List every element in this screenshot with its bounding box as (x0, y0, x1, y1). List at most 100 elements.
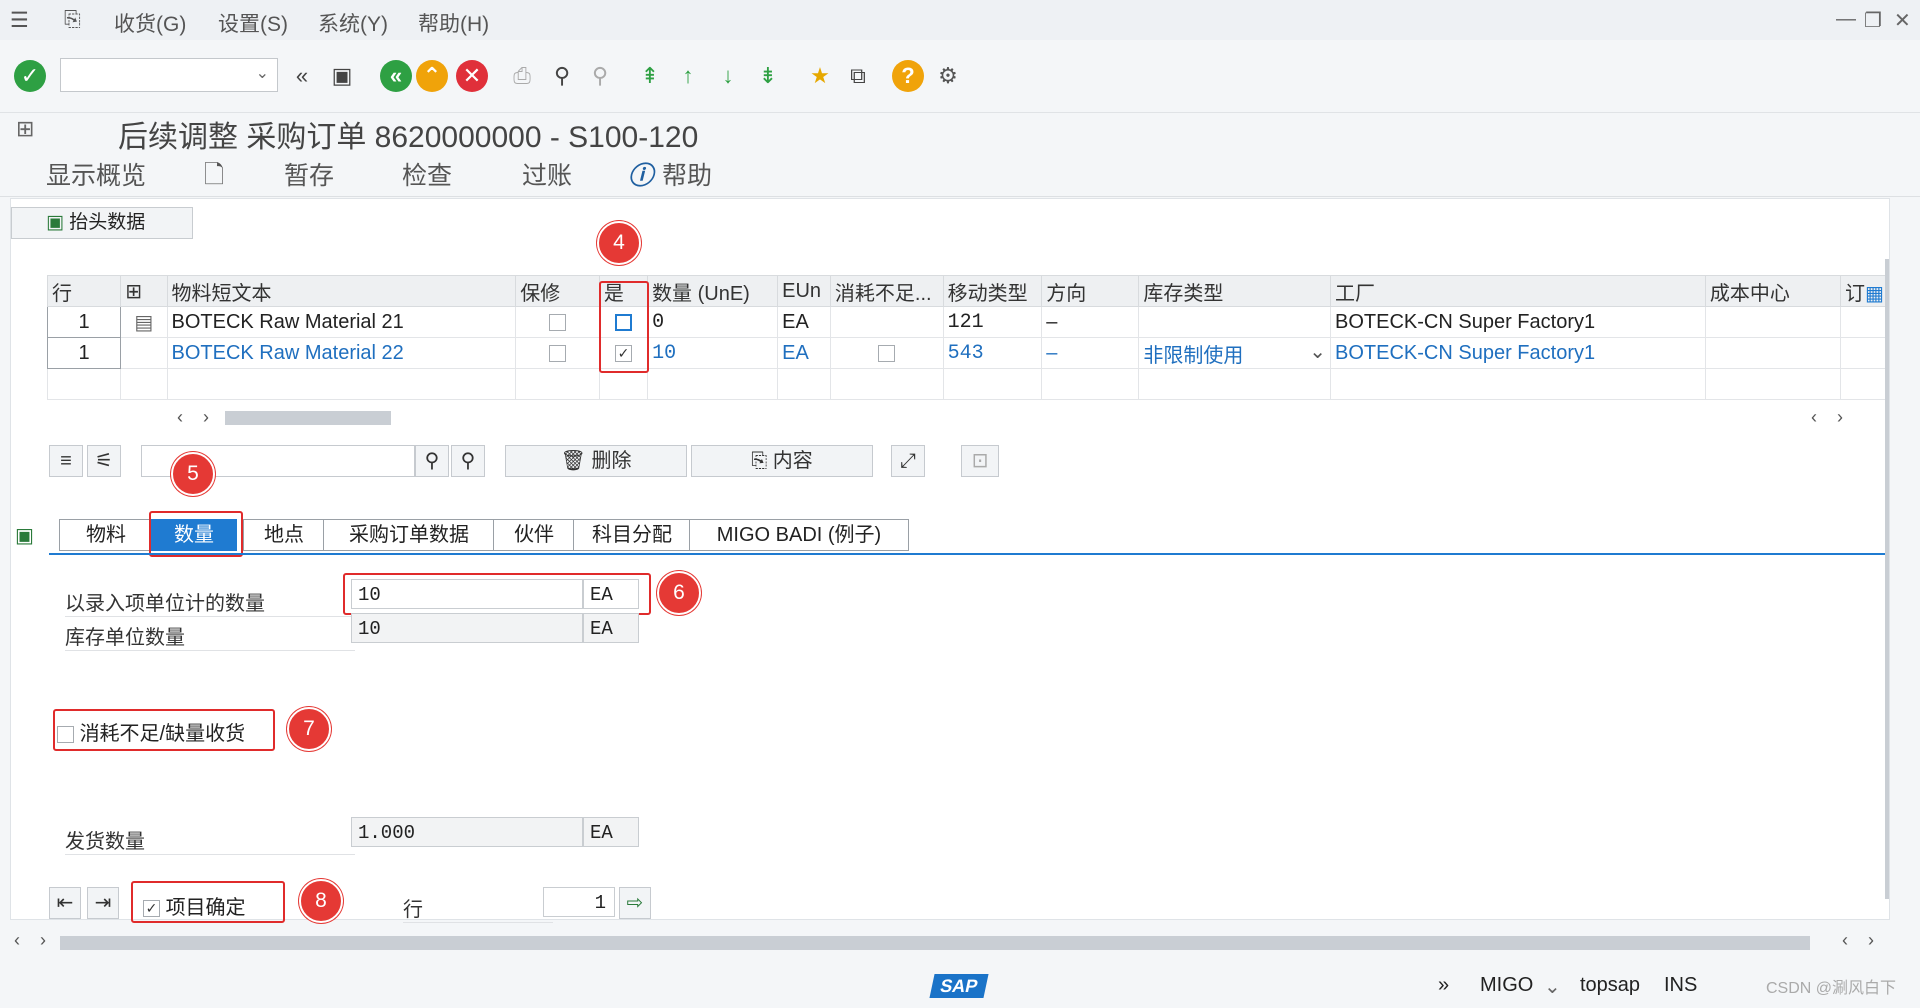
warranty-checkbox[interactable] (549, 313, 567, 331)
cancel-icon[interactable]: ✕ (456, 60, 488, 92)
contents-button[interactable]: ⎘ 内容 (691, 445, 873, 477)
tab-location[interactable]: 地点 (243, 519, 325, 551)
close-window-icon[interactable]: ✕ (1894, 8, 1911, 33)
tab-migo-badi[interactable]: MIGO BADI (例子) (689, 519, 909, 551)
scroll-right-icon[interactable]: › (203, 407, 209, 428)
check-button[interactable]: 检查 (402, 156, 452, 192)
enter-icon[interactable]: ✓ (14, 60, 46, 92)
column-header[interactable]: 移动类型 (942, 275, 1043, 307)
find-icon[interactable]: ⚲ (546, 60, 578, 92)
tcode[interactable]: MIGO (1480, 974, 1533, 997)
tab-toggle-icon[interactable]: ▣ (15, 523, 34, 548)
column-header-icon[interactable]: ⊞ (120, 275, 168, 307)
find-next-icon[interactable]: ⚲ (584, 60, 616, 92)
back-double-icon[interactable]: « (286, 60, 318, 92)
goto-item-icon[interactable]: ⇨ (619, 887, 651, 919)
scroll-left-icon[interactable]: ‹ (14, 930, 20, 951)
scroll-left-icon[interactable]: ‹ (1842, 930, 1848, 951)
chevron-down-icon[interactable]: ⌄ (1309, 339, 1326, 364)
column-header[interactable]: 工厂 (1330, 275, 1706, 307)
main-content: ▣ 抬头数据 行 ⊞ 物料短文本 保修 是 数量 (UnE) EUn 消耗不足.… (10, 198, 1890, 923)
stock-type-cell[interactable] (1138, 306, 1332, 338)
lock-icon[interactable]: ⊡ (961, 445, 999, 477)
grid-scrollbar[interactable] (225, 411, 391, 425)
line-number[interactable]: 1 (46, 337, 122, 369)
qty-cell[interactable]: 10 (647, 337, 779, 369)
scroll-right-icon[interactable]: › (1837, 407, 1843, 428)
line-number[interactable]: 1 (46, 306, 122, 338)
next-item-icon[interactable]: ⇥ (87, 887, 119, 919)
first-page-icon[interactable]: ⇞ (634, 60, 666, 92)
find-icon[interactable]: ⚲ (415, 445, 449, 477)
minimize-icon[interactable]: — (1836, 8, 1856, 31)
menu-toggle-icon[interactable]: ⊞ (16, 116, 34, 142)
column-header[interactable]: 消耗不足... (829, 275, 944, 307)
previous-item-icon[interactable]: ⇤ (49, 887, 81, 919)
menu-system[interactable]: 系统(Y) (318, 8, 388, 38)
menu-settings[interactable]: 设置(S) (218, 8, 288, 38)
info-icon[interactable]: ⓘ (628, 156, 653, 192)
menu-bookmark-icon[interactable]: ⎘ (64, 8, 81, 32)
help-button[interactable]: 帮助 (662, 156, 712, 192)
tab-material[interactable]: 物料 (59, 519, 153, 551)
column-header[interactable]: 数量 (UnE) (647, 275, 779, 307)
filter-icon[interactable]: ⚟ (87, 445, 121, 477)
create-session-icon[interactable]: ★ (804, 60, 836, 92)
header-data-button[interactable]: ▣ 抬头数据 (11, 207, 193, 239)
tab-po-data[interactable]: 采购订单数据 (323, 519, 495, 551)
next-page-icon[interactable]: ↓ (712, 60, 744, 92)
status-expand-icon[interactable]: » (1438, 974, 1449, 997)
command-field[interactable]: ⌄ (60, 58, 278, 92)
shortcut-icon[interactable]: ⧉ (842, 60, 874, 92)
column-header[interactable]: 行 (46, 275, 122, 307)
hold-button[interactable]: 暂存 (284, 156, 334, 192)
print-icon[interactable]: ⎙ (506, 60, 538, 92)
find-next-icon[interactable]: ⚲ (451, 445, 485, 477)
delete-button[interactable]: 🗑 删除 (505, 445, 687, 477)
table-row[interactable]: 1 ▤ BOTECK Raw Material 21 0 EA 121 – BO… (46, 306, 1890, 338)
qty-cell[interactable]: 0 (647, 306, 779, 338)
column-header[interactable]: 保修 (515, 275, 600, 307)
page-scrollbar[interactable] (60, 936, 1810, 950)
maximize-icon[interactable]: ❐ (1864, 8, 1882, 33)
cost-center-cell (1704, 337, 1841, 369)
table-row[interactable]: 1 BOTECK Raw Material 22 ✓ 10 EA 543 – 非… (46, 337, 1890, 369)
previous-page-icon[interactable]: ↑ (672, 60, 704, 92)
scroll-left-icon[interactable]: ‹ (177, 407, 183, 428)
column-header[interactable]: 成本中心 (1704, 275, 1841, 307)
exit-icon[interactable]: ⌃ (416, 60, 448, 92)
help-icon[interactable]: ? (892, 60, 924, 92)
column-header[interactable]: 订▦ (1839, 275, 1890, 307)
line-input[interactable]: 1 (543, 887, 615, 917)
last-page-icon[interactable]: ⇟ (752, 60, 784, 92)
align-icon[interactable]: ≡ (49, 445, 83, 477)
column-header[interactable]: EUn (777, 275, 831, 307)
tab-account-assignment[interactable]: 科目分配 (573, 519, 691, 551)
post-button[interactable]: 过账 (522, 156, 572, 192)
scroll-right-icon[interactable]: › (40, 930, 46, 951)
menu-help[interactable]: 帮助(H) (418, 8, 489, 38)
scroll-right-icon[interactable]: › (1868, 930, 1874, 951)
new-document-icon[interactable]: 🗋 (204, 156, 224, 199)
column-settings-icon[interactable]: ▦ (1865, 283, 1884, 305)
menu-receipt[interactable]: 收货(G) (114, 8, 186, 38)
chevron-down-icon[interactable]: ⌄ (256, 63, 269, 83)
scroll-left-icon[interactable]: ‹ (1811, 407, 1817, 428)
column-header[interactable]: 方向 (1041, 275, 1140, 307)
stock-type-cell[interactable]: 非限制使用 ⌄ (1138, 337, 1332, 369)
back-icon[interactable]: « (380, 60, 412, 92)
gear-icon[interactable]: ⚙ (932, 60, 964, 92)
detail-icon[interactable]: ▤ (120, 306, 168, 338)
warranty-checkbox[interactable] (549, 344, 567, 362)
chevron-down-icon[interactable]: ⌄ (1544, 974, 1561, 999)
fullscreen-icon[interactable]: ⤢ (891, 445, 925, 477)
vertical-scrollbar[interactable] (1885, 259, 1889, 899)
save-icon[interactable]: ▣ (326, 60, 358, 92)
shortfall-checkbox[interactable] (878, 344, 896, 362)
display-overview-button[interactable]: 显示概览 (46, 156, 146, 192)
input-mode[interactable]: INS (1664, 974, 1697, 997)
tab-partner[interactable]: 伙伴 (493, 519, 575, 551)
column-header[interactable]: 库存类型 (1138, 275, 1332, 307)
menu-icon[interactable]: ☰ (10, 8, 29, 33)
column-header[interactable]: 物料短文本 (166, 275, 517, 307)
